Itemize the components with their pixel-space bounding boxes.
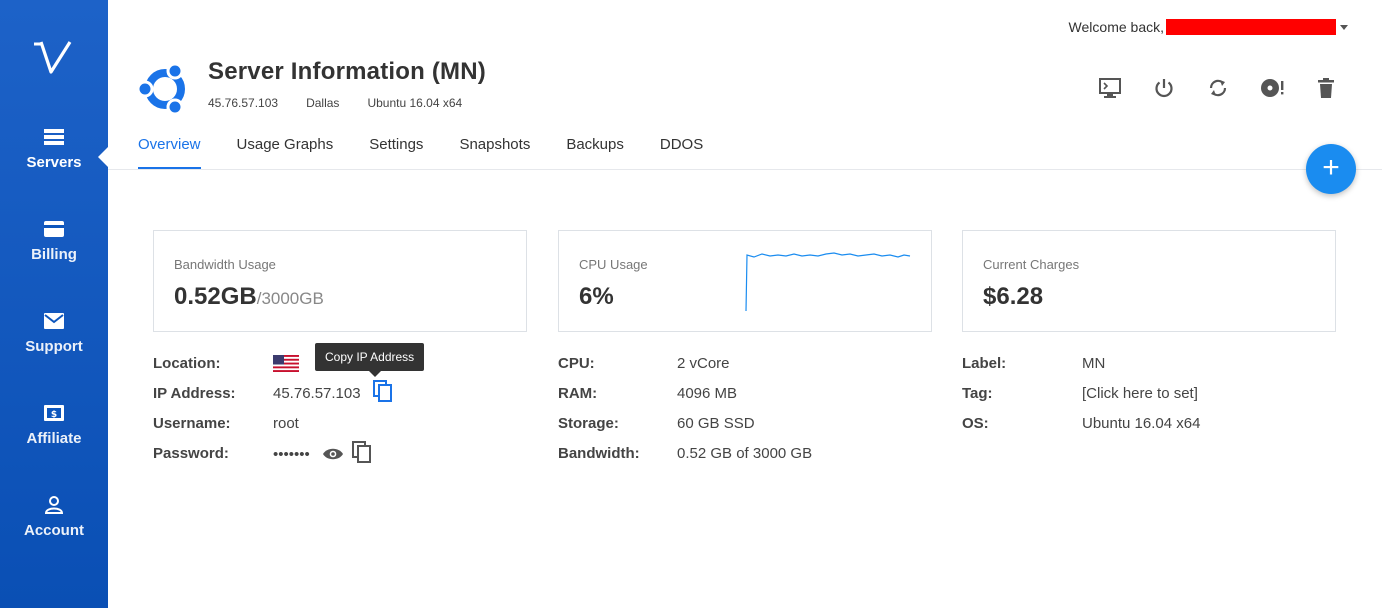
- current-charges-card: Current Charges $6.28: [962, 230, 1336, 332]
- reinstall-icon: [1261, 79, 1284, 97]
- os-label: OS:: [962, 415, 989, 432]
- envelope-icon: [44, 313, 64, 329]
- ram-label: RAM:: [558, 385, 598, 402]
- welcome-text: Welcome back,: [1068, 19, 1164, 35]
- cpu-usage-card: CPU Usage 6%: [558, 230, 932, 332]
- delete-server-button[interactable]: [1314, 76, 1338, 100]
- page-title: Server Information (MN): [208, 58, 486, 85]
- server-meta: 45.76.57.103 Dallas Ubuntu 16.04 x64: [208, 96, 462, 110]
- username-label: Username:: [153, 415, 231, 432]
- restart-button[interactable]: [1206, 76, 1230, 100]
- card-value: 0.52GB/3000GB: [174, 283, 324, 311]
- card-label: Bandwidth Usage: [174, 257, 276, 272]
- sidebar-item-servers[interactable]: Servers: [0, 128, 108, 172]
- cpu-value: 2 vCore: [677, 355, 730, 372]
- tab-usage-graphs[interactable]: Usage Graphs: [237, 136, 334, 169]
- copy-ip-tooltip: Copy IP Address: [315, 343, 425, 377]
- ip-value-row: 45.76.57.103: [273, 379, 393, 402]
- svg-text:$: $: [51, 410, 57, 420]
- chevron-down-icon: [1340, 24, 1348, 30]
- password-value-row: •••••••: [273, 441, 372, 463]
- location-value: [273, 355, 299, 372]
- cpu-label: CPU:: [558, 355, 595, 372]
- add-server-button[interactable]: +: [1306, 144, 1356, 194]
- servers-icon: [44, 129, 64, 145]
- tab-backups[interactable]: Backups: [566, 136, 624, 169]
- eye-icon[interactable]: [322, 447, 344, 461]
- reinstall-button[interactable]: [1260, 76, 1284, 100]
- username-value: root: [273, 415, 299, 432]
- restart-icon: [1209, 79, 1227, 97]
- power-icon: [1155, 79, 1173, 98]
- cpu-sparkline: [745, 252, 911, 312]
- ram-value: 4096 MB: [677, 385, 738, 402]
- ubuntu-logo-icon: [137, 62, 185, 116]
- sidebar-item-affiliate[interactable]: $ Affiliate: [0, 404, 108, 448]
- user-menu[interactable]: Welcome back,: [1069, 19, 1348, 35]
- card-value: $6.28: [983, 283, 1044, 310]
- sidebar: Servers Billing Support $ Affiliate Acco…: [0, 0, 108, 608]
- password-value: •••••••: [273, 445, 310, 463]
- user-icon: [44, 496, 64, 514]
- bandwidth-label: Bandwidth:: [558, 445, 640, 462]
- card-label: CPU Usage: [579, 257, 648, 272]
- copy-ip-icon[interactable]: [372, 379, 393, 402]
- server-actions: [1098, 76, 1338, 100]
- bandwidth-used: 0.52GB: [174, 283, 257, 310]
- ip-value: 45.76.57.103: [273, 385, 361, 402]
- credit-card-icon: [44, 221, 64, 237]
- server-ip: 45.76.57.103: [208, 96, 279, 110]
- tab-overview[interactable]: Overview: [138, 136, 201, 169]
- tab-settings[interactable]: Settings: [369, 136, 423, 169]
- bandwidth-total: /3000GB: [256, 289, 324, 308]
- trash-icon: [1318, 78, 1334, 98]
- console-button[interactable]: [1098, 76, 1122, 100]
- console-icon: [1099, 78, 1121, 98]
- password-label: Password:: [153, 445, 229, 462]
- sidebar-item-label: Servers: [26, 154, 82, 171]
- tab-ddos[interactable]: DDOS: [660, 136, 703, 169]
- tab-snapshots[interactable]: Snapshots: [459, 136, 530, 169]
- server-os: Ubuntu 16.04 x64: [367, 96, 463, 110]
- redacted-username: [1166, 19, 1336, 35]
- location-label: Location:: [153, 355, 221, 372]
- sidebar-item-billing[interactable]: Billing: [0, 220, 108, 264]
- storage-value: 60 GB SSD: [677, 415, 755, 432]
- sidebar-item-label: Support: [25, 338, 83, 355]
- sidebar-item-label: Billing: [31, 246, 77, 263]
- active-indicator: [98, 147, 108, 167]
- sidebar-item-label: Account: [24, 522, 84, 539]
- tab-bar: Overview Usage Graphs Settings Snapshots…: [138, 136, 739, 169]
- vultr-logo[interactable]: [32, 38, 76, 78]
- dollar-bill-icon: $: [44, 405, 64, 421]
- tag-label: Tag:: [962, 385, 993, 402]
- sidebar-item-support[interactable]: Support: [0, 312, 108, 356]
- storage-label: Storage:: [558, 415, 619, 432]
- bandwidth-usage-card: Bandwidth Usage 0.52GB/3000GB: [153, 230, 527, 332]
- set-tag-link[interactable]: [Click here to set]: [1082, 385, 1198, 402]
- card-value: 6%: [579, 283, 614, 310]
- sidebar-item-label: Affiliate: [26, 430, 82, 447]
- bandwidth-link[interactable]: 0.52 GB of 3000 GB: [677, 445, 812, 462]
- ip-label: IP Address:: [153, 385, 236, 402]
- os-value: Ubuntu 16.04 x64: [1082, 415, 1201, 432]
- us-flag-icon: [273, 355, 299, 372]
- label-link[interactable]: MN: [1082, 355, 1105, 372]
- card-label: Current Charges: [983, 257, 1080, 272]
- server-location: Dallas: [306, 96, 340, 110]
- power-button[interactable]: [1152, 76, 1176, 100]
- label-label: Label:: [962, 355, 1007, 372]
- copy-password-icon[interactable]: [351, 441, 372, 463]
- tab-divider: [108, 169, 1382, 170]
- sidebar-item-account[interactable]: Account: [0, 496, 108, 540]
